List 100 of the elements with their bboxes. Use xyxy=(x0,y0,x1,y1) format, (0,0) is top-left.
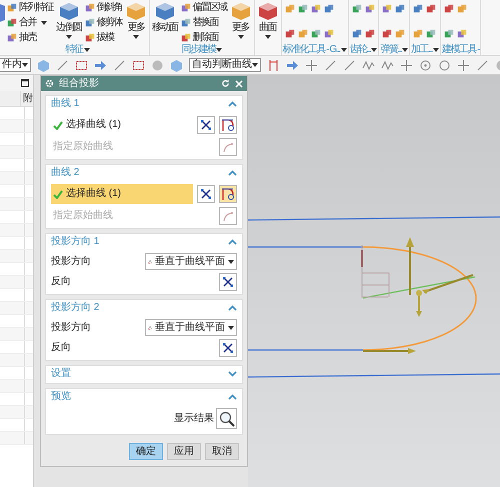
ribbon-button[interactable]: 替换面 xyxy=(180,16,226,29)
ribbon-button[interactable]: 更多 xyxy=(124,0,148,44)
section-title[interactable]: 曲线 1 xyxy=(51,99,80,109)
plus-icon[interactable] xyxy=(457,58,470,72)
plus-icon[interactable] xyxy=(305,58,318,72)
settings-icon[interactable] xyxy=(45,79,54,88)
dialog-button[interactable]: 确定 xyxy=(129,443,163,460)
bracket-icon[interactable] xyxy=(267,58,280,72)
reset-icon[interactable] xyxy=(221,79,230,88)
tool-button[interactable] xyxy=(298,29,308,39)
block-icon xyxy=(7,32,17,42)
curve-rule-dropdown[interactable]: 自动判断曲线 xyxy=(189,58,261,72)
collapse-icon[interactable] xyxy=(228,101,237,107)
ribbon-button[interactable]: 抽壳 xyxy=(7,31,53,44)
select-curve-row[interactable]: 选择曲线 (1) xyxy=(51,115,193,135)
dialog-button[interactable]: 应用 xyxy=(167,443,201,460)
section-title[interactable]: 曲线 2 xyxy=(51,168,80,178)
circle-icon[interactable] xyxy=(438,58,451,72)
reverse-button[interactable] xyxy=(197,116,215,134)
tool-button[interactable] xyxy=(324,4,334,14)
tool-button[interactable] xyxy=(413,4,424,14)
block-icon xyxy=(298,4,308,14)
ribbon-button[interactable]: 拔模 xyxy=(84,31,122,44)
tool-button[interactable] xyxy=(426,29,436,39)
ribbon-button[interactable]: 边倒圆 xyxy=(55,0,82,44)
group-label: 特征 xyxy=(66,44,82,54)
plus-icon[interactable] xyxy=(400,58,413,72)
block-icon xyxy=(352,29,362,39)
box-icon[interactable] xyxy=(75,58,88,72)
tool-button[interactable] xyxy=(298,4,308,14)
collapse-icon[interactable] xyxy=(228,239,237,245)
block-icon xyxy=(284,4,294,14)
curve-select-button[interactable] xyxy=(219,185,237,203)
reverse-button[interactable] xyxy=(219,339,237,357)
tool-button[interactable] xyxy=(457,4,468,14)
box-icon[interactable] xyxy=(132,58,145,72)
dialog-button[interactable]: 取消 xyxy=(205,443,239,460)
tool-button[interactable] xyxy=(395,29,406,39)
tool-button[interactable] xyxy=(310,4,320,14)
section-title[interactable]: 设置 xyxy=(51,369,71,379)
filter-dropdown[interactable]: 件内 xyxy=(0,58,31,72)
ribbon-button[interactable]: 阵列特征 xyxy=(7,1,53,14)
direction-dropdown[interactable]: 垂直于曲线平面 xyxy=(145,319,237,336)
expand-icon[interactable] xyxy=(228,371,237,377)
line-icon[interactable] xyxy=(324,58,337,72)
wave-icon[interactable] xyxy=(381,58,394,72)
direction-dropdown[interactable]: 垂直于曲线平面 xyxy=(145,253,237,270)
block-icon xyxy=(324,4,334,14)
ribbon-button[interactable]: 合并 xyxy=(7,16,53,29)
tool-button[interactable] xyxy=(284,29,294,39)
tool-button[interactable] xyxy=(413,29,424,39)
ribbon-button[interactable]: 更多 xyxy=(228,0,252,44)
line-icon[interactable] xyxy=(343,58,356,72)
tool-button[interactable] xyxy=(364,4,374,14)
collapse-icon[interactable] xyxy=(228,170,237,176)
show-result-button[interactable] xyxy=(216,408,237,429)
line-icon[interactable] xyxy=(56,58,69,72)
dot-icon[interactable] xyxy=(419,58,432,72)
collapse-icon[interactable] xyxy=(228,305,237,311)
curve-select-button[interactable] xyxy=(219,116,237,134)
tool-button[interactable] xyxy=(352,4,362,14)
tool-button[interactable] xyxy=(395,4,406,14)
reverse-button[interactable] xyxy=(197,185,215,203)
line-icon[interactable] xyxy=(476,58,489,72)
block-icon xyxy=(457,29,468,39)
tool-button[interactable] xyxy=(364,29,374,39)
group-label: 建模工具 - xyxy=(442,44,480,54)
reverse-button[interactable] xyxy=(219,273,237,291)
line-icon[interactable] xyxy=(113,58,126,72)
tool-button[interactable] xyxy=(426,4,436,14)
section-title[interactable]: 投影方向 1 xyxy=(51,237,100,247)
block-icon xyxy=(298,29,308,39)
arrow-icon[interactable] xyxy=(286,58,299,72)
tool-button[interactable] xyxy=(310,29,320,39)
tool-button[interactable] xyxy=(382,4,392,14)
tool-button[interactable] xyxy=(444,4,454,14)
section-title[interactable]: 投影方向 2 xyxy=(51,303,100,313)
ribbon-button[interactable]: 倒斜角 xyxy=(84,1,122,14)
tool-button[interactable] xyxy=(324,29,334,39)
ribbon-button[interactable]: 修剪体 xyxy=(84,16,122,29)
tool-button[interactable] xyxy=(284,4,294,14)
curve-icon xyxy=(221,118,235,132)
tool-button[interactable] xyxy=(457,29,468,39)
ribbon-button[interactable]: 偏置区域 xyxy=(180,1,226,14)
select-curve-row[interactable]: 选择曲线 (1) xyxy=(51,184,193,204)
ribbon-button[interactable]: 删除面 xyxy=(180,31,226,44)
field-label: 反向 xyxy=(51,343,71,353)
ribbon-button[interactable]: 移动面 xyxy=(151,0,178,44)
section-title[interactable]: 预览 xyxy=(51,392,71,402)
group-label: 加工... xyxy=(411,44,432,54)
maximize-icon[interactable] xyxy=(21,79,29,87)
ribbon-button[interactable]: 曲面 xyxy=(256,0,280,44)
wave-icon[interactable] xyxy=(362,58,375,72)
arrow-icon[interactable] xyxy=(94,58,107,72)
collapse-icon[interactable] xyxy=(228,394,237,400)
arc-icon xyxy=(222,210,234,222)
close-icon[interactable] xyxy=(235,80,243,88)
tool-button[interactable] xyxy=(382,29,392,39)
tool-button[interactable] xyxy=(352,29,362,39)
tool-button[interactable] xyxy=(444,29,454,39)
